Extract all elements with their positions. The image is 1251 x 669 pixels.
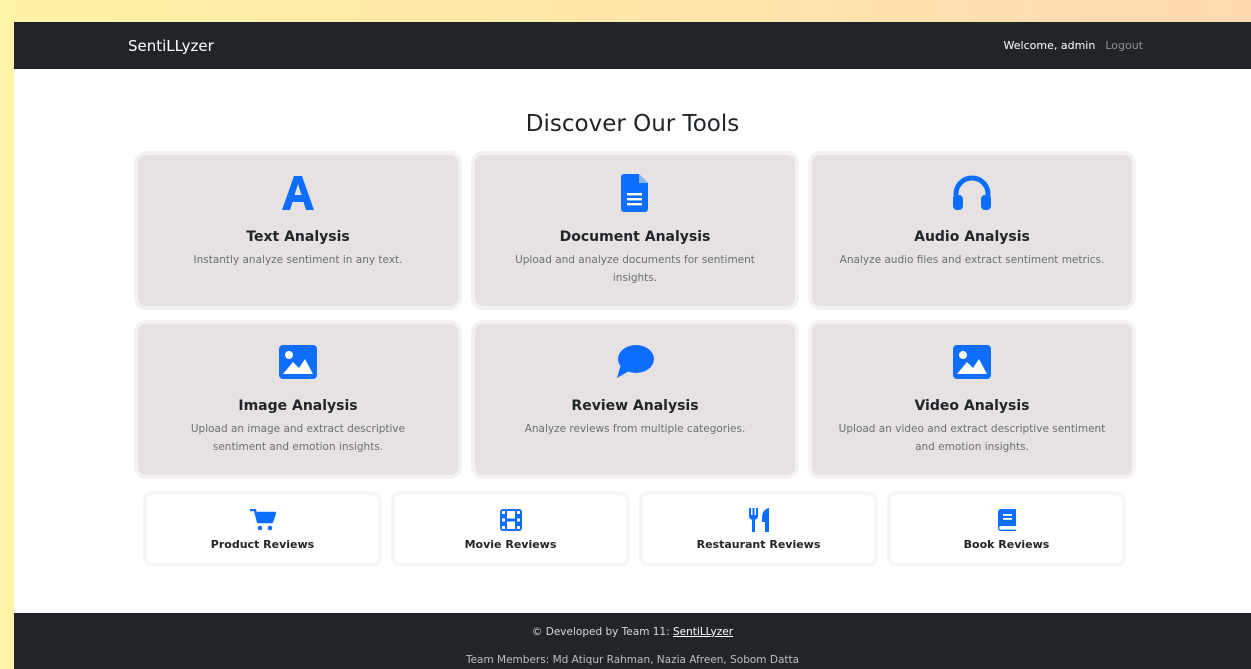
film-icon [499,508,522,532]
tool-card-audio[interactable]: Audio Analysis Analyze audio files and e… [812,155,1132,306]
tool-desc: Instantly analyze sentiment in any text. [193,254,403,266]
tool-card-text[interactable]: Text Analysis Instantly analyze sentimen… [138,155,458,306]
tools-grid: Text Analysis Instantly analyze sentimen… [138,155,1133,475]
tool-title: Audio Analysis [914,229,1030,245]
navbar: SentiLLyzer Welcome, admin Logout [14,22,1251,69]
letter-a-icon [280,173,316,213]
image-icon [953,342,991,382]
review-label: Book Reviews [963,537,1050,551]
utensils-icon [748,507,770,532]
review-card-movie[interactable]: Movie Reviews [395,495,626,563]
app-window: SentiLLyzer Welcome, admin Logout Discov… [14,22,1251,669]
tool-title: Video Analysis [914,398,1030,414]
document-icon [621,173,649,213]
tool-title: Document Analysis [559,229,711,245]
review-card-product[interactable]: Product Reviews [147,495,378,563]
footer-members: Team Members: Md Atiqur Rahman, Nazia Af… [465,654,800,666]
chat-bubble-icon [615,342,655,382]
tool-card-document[interactable]: Document Analysis Upload and analyze doc… [475,155,795,306]
review-label: Movie Reviews [464,537,557,551]
tool-desc: Upload an image and extract descriptive … [190,423,406,453]
footer-credit: © Developed by Team 11: SentiLLyzer [14,626,1251,638]
image-icon [279,342,317,382]
footer-credit-text: © Developed by Team 11: [531,626,673,638]
footer: © Developed by Team 11: SentiLLyzer Team… [14,613,1251,669]
welcome-text: Welcome, admin [1003,39,1096,52]
tool-card-review[interactable]: Review Analysis Analyze reviews from mul… [475,324,795,475]
tool-title: Text Analysis [246,229,350,245]
tool-desc: Analyze audio files and extract sentimen… [839,254,1105,266]
footer-project-link[interactable]: SentiLLyzer [673,626,733,638]
tool-desc: Upload an video and extract descriptive … [838,423,1106,453]
review-categories: Product Reviews Movie Reviews Restaurant… [147,495,1123,563]
review-card-restaurant[interactable]: Restaurant Reviews [643,495,874,563]
tool-title: Image Analysis [238,398,358,414]
tool-desc: Upload and analyze documents for sentime… [515,254,755,284]
book-icon [997,508,1016,532]
tool-card-image[interactable]: Image Analysis Upload an image and extra… [138,324,458,475]
nav-right: Welcome, admin Logout [1004,39,1143,52]
page-title: Discover Our Tools [525,111,740,137]
review-label: Product Reviews [210,537,315,551]
tool-card-video[interactable]: Video Analysis Upload an video and extra… [812,324,1132,475]
brand-link[interactable]: SentiLLyzer [128,37,214,55]
review-label: Restaurant Reviews [696,537,821,551]
tool-title: Review Analysis [571,398,699,414]
logout-link[interactable]: Logout [1105,39,1143,52]
headphones-icon [952,173,992,213]
cart-icon [249,508,276,532]
review-card-book[interactable]: Book Reviews [891,495,1122,563]
tool-desc: Analyze reviews from multiple categories… [524,423,746,435]
